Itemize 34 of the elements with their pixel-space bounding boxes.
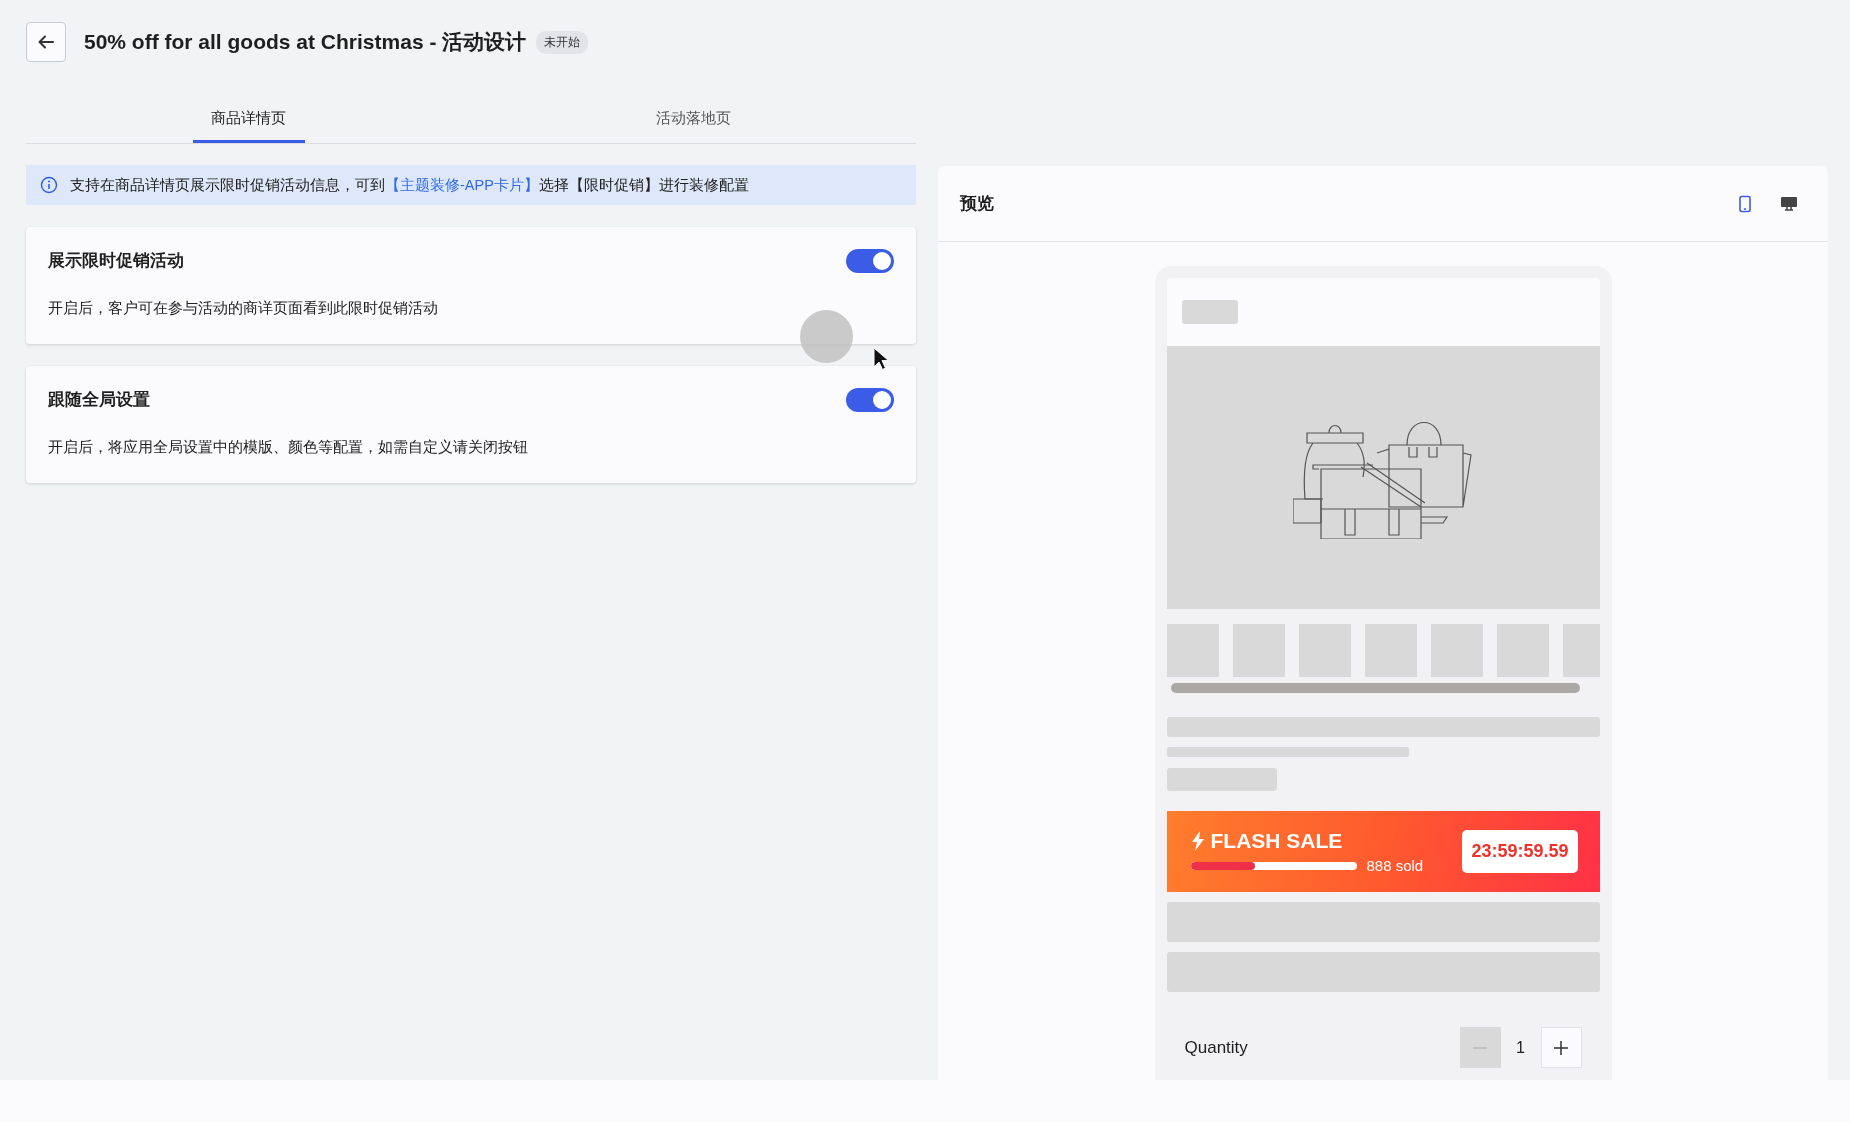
thumbnail-placeholder bbox=[1364, 624, 1417, 677]
thumbnail-placeholder bbox=[1166, 624, 1219, 677]
skeleton-block bbox=[1181, 300, 1238, 324]
thumbnail-placeholder bbox=[1298, 624, 1351, 677]
countdown-timer: 23:59:59.59 bbox=[1462, 830, 1578, 873]
setting-description: 开启后，客户可在参与活动的商详页面看到此限时促销活动 bbox=[48, 299, 439, 318]
page-title: 50% off for all goods at Christmas - 活动设计 bbox=[84, 29, 527, 55]
status-badge: 未开始 bbox=[536, 30, 589, 54]
preview-title: 预览 bbox=[960, 193, 994, 215]
setting-title: 跟随全局设置 bbox=[48, 389, 150, 410]
increase-button[interactable] bbox=[1540, 1027, 1582, 1068]
flash-sale-title: FLASH SALE bbox=[1210, 829, 1343, 853]
desktop-icon bbox=[1780, 194, 1798, 213]
thumbnail-placeholder bbox=[1232, 624, 1285, 677]
tab[interactable]: 商品详情页 bbox=[26, 101, 471, 143]
back-button[interactable] bbox=[26, 22, 66, 62]
plus-icon bbox=[1553, 1039, 1569, 1056]
info-icon bbox=[40, 176, 58, 194]
thumbnail-placeholder bbox=[1562, 624, 1600, 677]
sold-count: 888 sold bbox=[1366, 857, 1424, 874]
quantity-label: Quantity bbox=[1184, 1037, 1248, 1058]
lightning-icon bbox=[1190, 831, 1205, 851]
tab[interactable]: 活动落地页 bbox=[471, 101, 916, 143]
mobile-icon bbox=[1736, 194, 1754, 213]
notice-text: 支持在商品详情页展示限时促销活动信息，可到【主题装修-APP卡片】选择【限时促销】进行装修配置 bbox=[70, 175, 749, 195]
back-arrow-icon bbox=[37, 33, 55, 51]
toggle-switch[interactable] bbox=[846, 388, 894, 412]
quantity-value: 1 bbox=[1515, 1038, 1526, 1057]
thumbnail-placeholder bbox=[1496, 624, 1549, 677]
thumbnail-placeholder bbox=[1430, 624, 1483, 677]
setting-title: 展示限时促销活动 bbox=[48, 250, 184, 271]
link[interactable]: 【主题装修-APP卡片】 bbox=[385, 176, 539, 193]
setting-description: 开启后，将应用全局设置中的模版、颜色等配置，如需自定义请关闭按钮 bbox=[48, 438, 529, 457]
toggle-switch[interactable] bbox=[846, 249, 894, 273]
